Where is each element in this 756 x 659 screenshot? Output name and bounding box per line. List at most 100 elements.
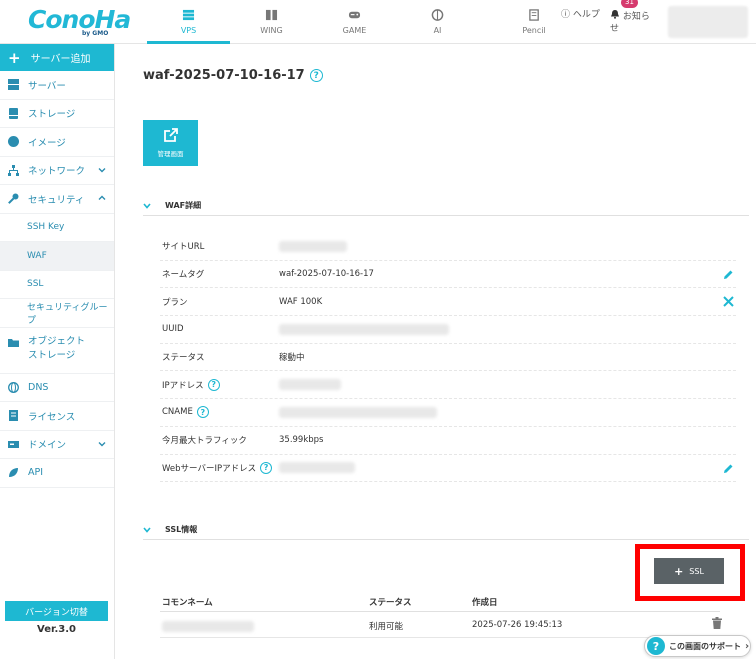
- nav-game[interactable]: GAME: [313, 0, 396, 44]
- nav-wing-label: WING: [260, 26, 283, 35]
- pencil-icon[interactable]: [723, 269, 734, 280]
- nav-vps[interactable]: VPS: [147, 0, 230, 44]
- server-icon: [8, 79, 19, 91]
- column-header-status: ステータス: [369, 598, 412, 608]
- chevron-up-icon: [98, 195, 106, 200]
- ssl-created-date: 2025-07-26 19:45:13: [472, 620, 563, 630]
- table-row: 利用可能 2025-07-26 19:45:13: [160, 616, 720, 638]
- detail-value: 35.99kbps: [279, 435, 324, 446]
- nav-wing[interactable]: WING: [230, 0, 313, 44]
- conoha-logo[interactable]: ConoHa by GMO: [28, 5, 131, 38]
- service-nav: VPS WING GAME AI Pencil: [147, 0, 589, 44]
- nav-vps-label: VPS: [180, 26, 197, 35]
- arrow-right-icon: ›: [745, 640, 750, 652]
- detail-value: 稼動中: [279, 353, 305, 364]
- bell-icon: [611, 10, 619, 19]
- sidebar-item-security[interactable]: セキュリティ: [0, 185, 114, 214]
- notice-link[interactable]: お知らせ: [610, 9, 654, 35]
- redacted-value: [279, 379, 341, 391]
- detail-row-status: ステータス 稼動中: [160, 344, 736, 372]
- detail-value: WAF 100K: [279, 296, 323, 307]
- help-icon[interactable]: ?: [207, 378, 220, 391]
- sidebar-item-object-storage[interactable]: オブジェクト ストレージ: [0, 328, 114, 374]
- detail-label: CNAME?: [160, 406, 279, 419]
- detail-label: ネームタグ: [162, 270, 205, 281]
- top-header: ConoHa by GMO VPS WING GAME AI Pencil ⓘ …: [0, 0, 756, 44]
- sidebar-sub-waf[interactable]: WAF: [0, 242, 114, 271]
- add-server-button[interactable]: + サーバー追加: [0, 44, 114, 71]
- sidebar-item-label: ストレージ: [28, 109, 76, 121]
- storage-icon: [9, 107, 18, 119]
- help-link[interactable]: ⓘ ヘルプ: [561, 9, 601, 21]
- detail-label: サイトURL: [162, 242, 205, 253]
- page-title: waf-2025-07-10-16-17 ?: [143, 68, 323, 83]
- plus-icon: +: [8, 48, 21, 67]
- detail-label-text: IPアドレス: [162, 380, 204, 391]
- manage-console-label: 管理画面: [157, 150, 184, 158]
- sidebar-item-label: サーバー: [28, 80, 66, 92]
- detail-label-text: WebサーバーIPアドレス: [162, 463, 257, 474]
- main-content: waf-2025-07-10-16-17 ? 管理画面 WAF詳細 サイトURL…: [116, 44, 756, 659]
- detail-label: WebサーバーIPアドレス?: [160, 461, 279, 474]
- key-icon: [8, 193, 19, 205]
- help-icon[interactable]: ?: [196, 406, 209, 419]
- detail-row-name-tag: ネームタグ waf-2025-07-10-16-17: [160, 261, 736, 289]
- column-header-created: 作成日: [472, 598, 498, 608]
- pencil-icon[interactable]: [723, 463, 734, 474]
- network-icon: [8, 164, 19, 176]
- ssl-info-section-header[interactable]: SSL情報: [143, 520, 749, 540]
- trash-icon[interactable]: [712, 617, 722, 629]
- redacted-value: [279, 462, 355, 474]
- sidebar-sub-ssl[interactable]: SSL: [0, 271, 114, 299]
- detail-value: waf-2025-07-10-16-17: [279, 269, 374, 280]
- waf-detail-table: サイトURL ネームタグ waf-2025-07-10-16-17 プラン WA…: [160, 233, 736, 483]
- detail-row-plan: プラン WAF 100K: [160, 288, 736, 317]
- globe-icon: [8, 136, 19, 148]
- sidebar-item-dns[interactable]: DNS: [0, 374, 114, 402]
- waf-detail-title: WAF詳細: [165, 201, 202, 210]
- nav-pencil[interactable]: Pencil: [479, 0, 589, 44]
- redacted-common-name: [162, 621, 254, 632]
- help-icon[interactable]: ?: [309, 69, 323, 82]
- sidebar-item-storage[interactable]: ストレージ: [0, 100, 114, 128]
- nav-game-label: GAME: [342, 26, 367, 35]
- sidebar-item-image[interactable]: イメージ: [0, 128, 114, 157]
- version-text: Ver.3.0: [37, 624, 76, 635]
- chevron-down-icon: [98, 441, 106, 446]
- detail-label: UUID: [162, 324, 184, 335]
- redacted-value: [279, 406, 437, 418]
- sidebar-item-label: イメージ: [28, 137, 66, 149]
- waf-detail-section-header[interactable]: WAF詳細: [143, 196, 749, 216]
- folder-icon: [8, 338, 19, 347]
- sidebar-sub-ssh-key[interactable]: SSH Key: [0, 214, 114, 242]
- sidebar: + サーバー追加 サーバー ストレージ イメージ ネットワーク セキュリティ S…: [0, 44, 115, 659]
- logo-sub: by GMO: [82, 30, 109, 37]
- nav-ai[interactable]: AI: [396, 0, 479, 44]
- nav-pencil-label: Pencil: [522, 26, 546, 35]
- sidebar-item-domain[interactable]: ドメイン: [0, 431, 114, 459]
- external-link-icon: [163, 128, 178, 142]
- gamepad-icon: [348, 11, 361, 19]
- sidebar-item-label: ドメイン: [28, 440, 67, 452]
- sidebar-item-license[interactable]: ライセンス: [0, 402, 114, 431]
- tools-icon[interactable]: [723, 296, 734, 308]
- version-switch-button[interactable]: バージョン切替: [5, 601, 108, 621]
- help-icon[interactable]: ?: [260, 461, 273, 474]
- add-ssl-button[interactable]: + SSL: [654, 558, 724, 584]
- manage-console-button[interactable]: 管理画面: [143, 120, 198, 166]
- sidebar-sub-security-group[interactable]: セキュリティグループ: [0, 299, 114, 328]
- sidebar-item-label: DNS: [28, 381, 49, 393]
- sidebar-item-network[interactable]: ネットワーク: [0, 157, 114, 185]
- help-circle-icon: ⓘ: [561, 10, 571, 20]
- sidebar-item-server[interactable]: サーバー: [0, 71, 114, 100]
- sidebar-item-api[interactable]: API: [0, 459, 114, 488]
- user-account-menu[interactable]: [668, 6, 748, 38]
- detail-label: ステータス: [162, 353, 205, 364]
- detail-row-web-server-ip: WebサーバーIPアドレス?: [160, 455, 736, 483]
- chevron-down-icon: [98, 167, 106, 172]
- detail-row-ip-address: IPアドレス?: [160, 371, 736, 400]
- screen-support-button[interactable]: ? この画面のサポート ›: [644, 635, 751, 657]
- detail-label: プラン: [162, 297, 188, 308]
- ssl-status: 利用可能: [369, 622, 404, 632]
- detail-label-text: CNAME: [162, 407, 193, 418]
